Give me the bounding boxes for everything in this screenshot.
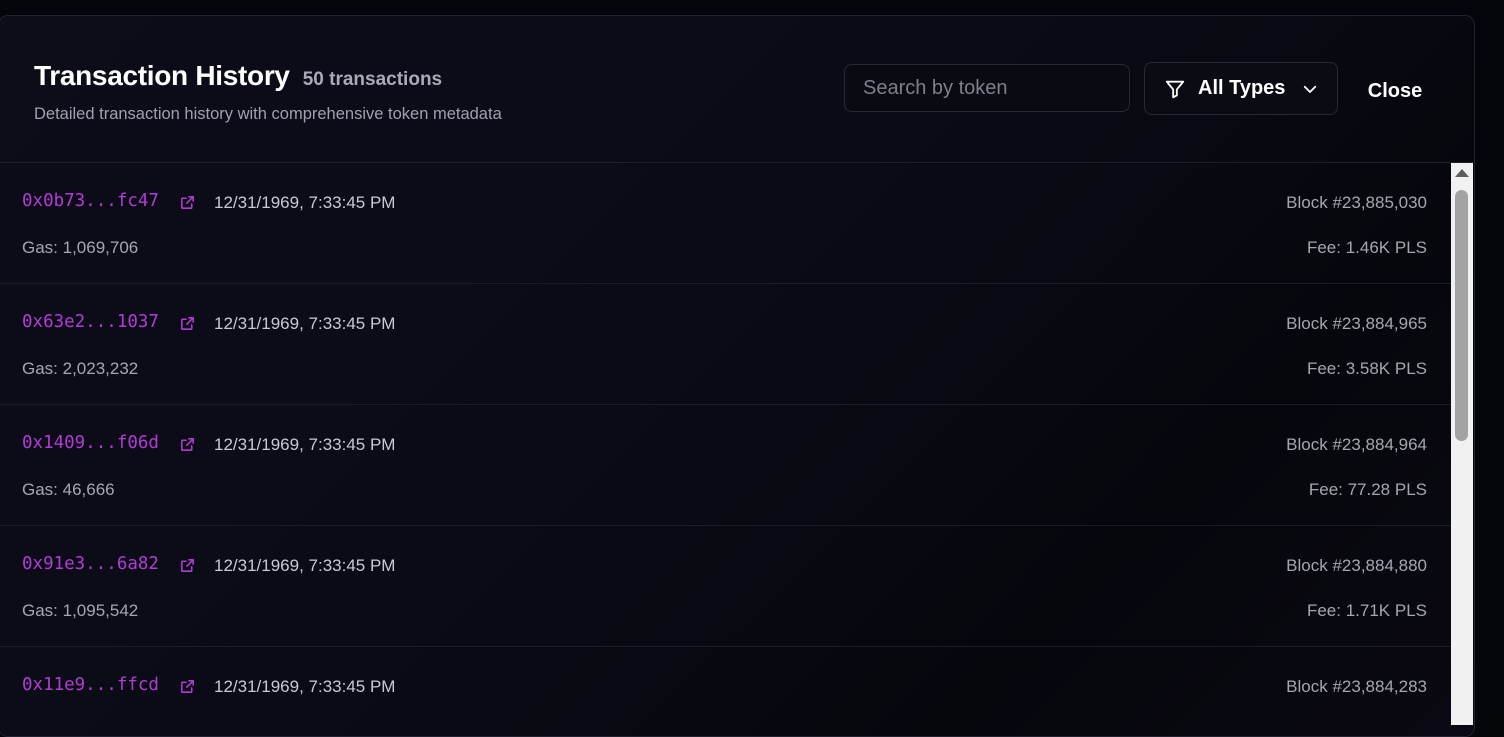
gas-used: Gas: 1,069,706 (22, 238, 139, 257)
transaction-list: 0x0b73...fc47 12/31/1969, 7:33:45 PM Blo… (0, 163, 1451, 723)
external-link-icon[interactable] (179, 678, 196, 695)
chevron-down-icon (1304, 85, 1317, 93)
transaction-time: 12/31/1969, 7:33:45 PM (214, 556, 396, 575)
transaction-hash-link[interactable]: 0x63e2...1037 (22, 312, 159, 332)
type-filter-label: All Types (1198, 77, 1286, 99)
transaction-time: 12/31/1969, 7:33:45 PM (214, 677, 396, 696)
external-link-icon[interactable] (179, 194, 196, 211)
transaction-fee: Fee: 77.28 PLS (1308, 480, 1427, 499)
gas-used: Gas: 46,666 (22, 480, 115, 499)
transaction-history-modal: Transaction History 50 transactions Deta… (0, 15, 1475, 737)
transaction-fee: Fee: 1.46K PLS (1306, 238, 1427, 257)
type-filter-dropdown[interactable]: All Types (1144, 62, 1338, 115)
block-number: Block #23,884,283 (1286, 677, 1427, 696)
transaction-row: 0x1409...f06d 12/31/1969, 7:33:45 PM Blo… (0, 405, 1451, 526)
modal-header: Transaction History 50 transactions Deta… (0, 16, 1474, 163)
external-link-icon[interactable] (179, 436, 196, 453)
transaction-hash-link[interactable]: 0x11e9...ffcd (22, 675, 159, 695)
transaction-time: 12/31/1969, 7:33:45 PM (214, 435, 396, 454)
transaction-time: 12/31/1969, 7:33:45 PM (214, 314, 396, 333)
transaction-fee: Fee: 3.58K PLS (1306, 359, 1427, 378)
gas-used: Gas: 1,095,542 (22, 601, 139, 620)
gas-used: Gas: 2,023,232 (22, 359, 139, 378)
transaction-row: 0x0b73...fc47 12/31/1969, 7:33:45 PM Blo… (0, 163, 1451, 284)
transaction-row: 0x91e3...6a82 12/31/1969, 7:33:45 PM Blo… (0, 526, 1451, 647)
transaction-count: 50 transactions (302, 69, 443, 90)
page-title: Transaction History (34, 60, 290, 91)
funnel-icon (1165, 80, 1185, 98)
block-number: Block #23,884,964 (1286, 435, 1427, 454)
title-row: Transaction History 50 transactions (34, 60, 442, 92)
transaction-time: 12/31/1969, 7:33:45 PM (214, 193, 396, 212)
transaction-row: 0x63e2...1037 12/31/1969, 7:33:45 PM Blo… (0, 284, 1451, 405)
scroll-up-arrow-icon[interactable] (1455, 169, 1469, 177)
page-subtitle: Detailed transaction history with compre… (34, 105, 502, 123)
external-link-icon[interactable] (179, 315, 196, 332)
external-link-icon[interactable] (179, 557, 196, 574)
block-number: Block #23,885,030 (1286, 193, 1427, 212)
transaction-hash-link[interactable]: 0x91e3...6a82 (22, 554, 159, 574)
block-number: Block #23,884,965 (1286, 314, 1427, 333)
block-number: Block #23,884,880 (1286, 556, 1427, 575)
transaction-hash-link[interactable]: 0x1409...f06d (22, 433, 159, 453)
transaction-row: 0x11e9...ffcd 12/31/1969, 7:33:45 PM Blo… (0, 647, 1451, 723)
transaction-hash-link[interactable]: 0x0b73...fc47 (22, 191, 159, 211)
close-button[interactable]: Close (1353, 76, 1437, 106)
transaction-list-scrollbar[interactable] (1451, 163, 1473, 725)
search-input[interactable] (844, 64, 1130, 112)
transaction-fee: Fee: 1.71K PLS (1306, 601, 1427, 620)
scroll-thumb[interactable] (1455, 190, 1468, 441)
